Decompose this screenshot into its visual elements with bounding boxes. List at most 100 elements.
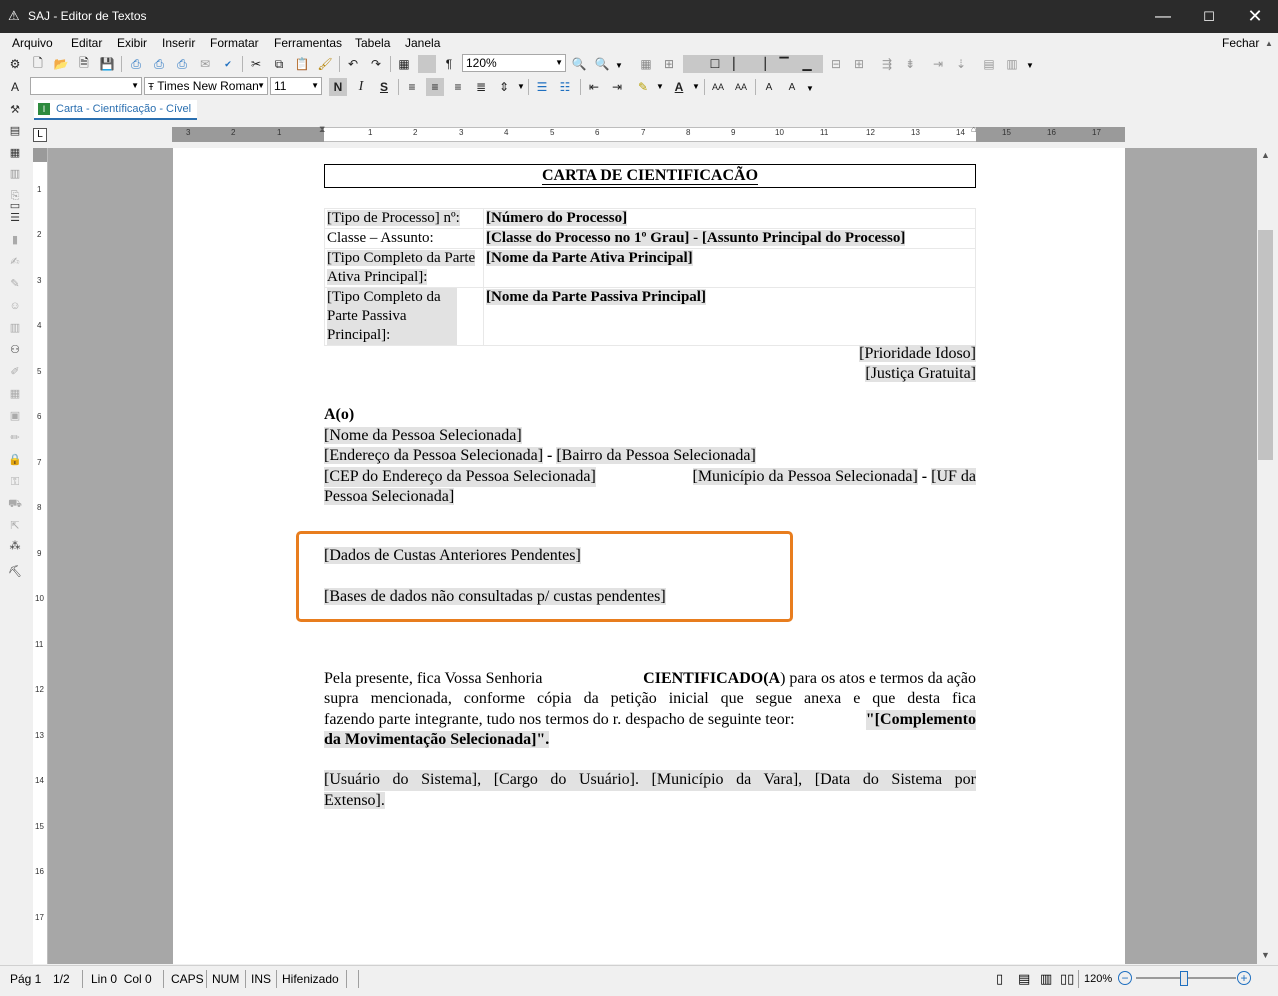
menu-ferramentas[interactable]: Ferramentas <box>274 36 342 50</box>
menu-editar[interactable]: Editar <box>71 36 102 50</box>
web-view-icon[interactable]: ▤ <box>1018 970 1030 988</box>
priority-field[interactable]: [Prioridade Idoso] <box>859 345 976 362</box>
merge-cells-icon[interactable]: ⊟ <box>827 55 845 73</box>
numbered-list-icon[interactable]: ☷ <box>556 78 574 96</box>
key-icon[interactable]: ⚿ <box>7 474 23 490</box>
menu-tabela[interactable]: Tabela <box>355 36 390 50</box>
zoom-select[interactable]: 120% ▼ <box>462 54 566 72</box>
table-cell-value[interactable]: [Número do Processo] <box>486 210 628 226</box>
justice-field[interactable]: [Justiça Gratuita] <box>865 365 976 382</box>
scrollbar-thumb[interactable] <box>1258 230 1273 460</box>
chevron-down-icon[interactable]: ▼ <box>656 82 664 91</box>
chevron-down-icon[interactable]: ▼ <box>1026 61 1034 70</box>
style-icon[interactable]: A <box>6 78 24 96</box>
menu-exibir[interactable]: Exibir <box>117 36 147 50</box>
bold-button[interactable]: N <box>329 78 347 96</box>
zoom-out-icon[interactable]: 🔍 <box>570 55 588 73</box>
right-indent-marker[interactable]: ⌂ <box>971 124 976 134</box>
car-icon[interactable]: ⛟ <box>7 496 23 512</box>
new-gear-icon[interactable]: ⚙ <box>6 55 24 73</box>
grid-icon[interactable]: ▦ <box>637 55 655 73</box>
table-cell-value[interactable]: [Nome da Parte Passiva Principal] <box>486 289 706 305</box>
delete-row-icon[interactable]: ⇣ <box>952 55 970 73</box>
table-borders-icon[interactable] <box>418 55 436 73</box>
table-grid-icon[interactable]: ⊞ <box>660 55 678 73</box>
uf-field-continued[interactable]: Pessoa Selecionada] <box>324 488 455 505</box>
print-preview-icon[interactable]: ⎙ <box>150 55 168 73</box>
template-icon[interactable]: ▦ <box>7 145 23 161</box>
menu-inserir[interactable]: Inserir <box>162 36 195 50</box>
edit-icon[interactable]: ✎ <box>7 276 23 292</box>
border-box-icon[interactable]: ☐ <box>706 55 724 73</box>
city-field[interactable]: [Município da Pessoa Selecionada] <box>692 467 918 485</box>
tools-icon[interactable]: ⚒ <box>7 102 23 118</box>
find-icon[interactable]: A <box>760 78 778 96</box>
split-cells-icon[interactable]: ⊞ <box>850 55 868 73</box>
table-format-icon[interactable]: ▥ <box>1003 55 1021 73</box>
uppercase-icon[interactable]: AA <box>709 78 727 96</box>
signature-icon[interactable]: ✍ <box>7 254 23 270</box>
address-field[interactable]: [Endereço da Pessoa Selecionada] <box>324 447 544 464</box>
scroll-up-icon[interactable]: ▲ <box>1261 150 1270 160</box>
lowercase-icon[interactable]: AA <box>732 78 750 96</box>
maximize-button[interactable]: ☐ <box>1186 0 1232 33</box>
save-as-icon[interactable]: 🗎 <box>75 55 93 73</box>
line-spacing-icon[interactable]: ⇕ <box>495 78 513 96</box>
highlight-icon[interactable]: ✎ <box>634 78 652 96</box>
redo-icon[interactable]: ↷ <box>367 55 385 73</box>
table-cell-label[interactable]: Classe – Assunto: <box>327 230 434 246</box>
print-icon[interactable]: ⎙ <box>127 55 145 73</box>
neighborhood-field[interactable]: [Bairro da Pessoa Selecionada] <box>556 447 756 464</box>
show-marks-icon[interactable]: ¶ <box>440 55 458 73</box>
recipient-name-field[interactable]: [Nome da Pessoa Selecionada] <box>324 426 522 444</box>
paint-roller-icon[interactable]: ⛏ <box>7 564 23 580</box>
undo-icon[interactable]: ↶ <box>344 55 362 73</box>
delete-column-icon[interactable]: ⇥ <box>929 55 947 73</box>
table-cell-label[interactable]: [Tipo Completo da Parte Passiva Principa… <box>327 288 457 345</box>
insert-row-icon[interactable]: ⇟ <box>901 55 919 73</box>
align-right-icon[interactable]: ≡ <box>449 78 467 96</box>
recipient-label[interactable]: A(o) <box>324 405 976 426</box>
export-icon[interactable]: ⇱ <box>7 518 23 534</box>
user-icon[interactable]: ☺ <box>7 298 23 314</box>
border-top-icon[interactable]: ▔ <box>775 55 793 73</box>
form-icon[interactable]: ▣ <box>7 408 23 424</box>
chevron-down-icon[interactable]: ▼ <box>517 82 525 91</box>
scroll-down-icon[interactable]: ▼ <box>1261 950 1270 960</box>
table-cell-value[interactable]: [Nome da Parte Ativa Principal] <box>486 250 693 266</box>
calendar-icon[interactable]: ▦ <box>7 386 23 402</box>
cut-icon[interactable]: ✂ <box>247 55 265 73</box>
border-bottom-icon[interactable]: ▁ <box>798 55 816 73</box>
font-name-select[interactable]: Ŧ Times New Roman ▼ <box>144 77 268 95</box>
draft-view-icon[interactable]: ▥ <box>1040 970 1052 988</box>
decrease-indent-icon[interactable]: ⇤ <box>585 78 603 96</box>
variable-icon[interactable]: ▥ <box>7 166 23 182</box>
uf-field[interactable]: [UF da <box>931 467 976 485</box>
table-icon[interactable]: ▦ <box>395 55 413 73</box>
zoom-out-button[interactable]: − <box>1118 971 1132 985</box>
list-icon[interactable]: ☰ <box>7 210 23 226</box>
document-heading[interactable]: CARTA DE CIENTIFICACÃO <box>324 164 976 188</box>
page-view-icon[interactable]: ▯ <box>996 970 1003 988</box>
copy-icon[interactable]: ⧉ <box>270 55 288 73</box>
lock-icon[interactable]: 🔒 <box>7 452 23 468</box>
align-left-icon[interactable]: ≡ <box>403 78 421 96</box>
align-center-icon[interactable]: ≡ <box>426 78 444 96</box>
spell-check-icon[interactable]: ✔ <box>219 55 237 73</box>
email-icon[interactable]: ✉ <box>196 55 214 73</box>
zoom-slider-thumb[interactable] <box>1180 971 1188 986</box>
table-cell-label[interactable]: [Tipo Completo da Parte Ativa Principal]… <box>327 250 476 285</box>
underline-button[interactable]: S <box>375 78 393 96</box>
format-painter-icon[interactable]: 🖌 <box>316 55 334 73</box>
table-cell-value[interactable]: [Classe do Processo no 1º Grau] - [Assun… <box>486 230 906 246</box>
save-icon[interactable]: 💾 <box>98 55 116 73</box>
paste-icon[interactable]: 📋 <box>293 55 311 73</box>
table-style-icon[interactable]: ▤ <box>980 55 998 73</box>
document-tools-icon[interactable]: ▤ <box>7 123 23 139</box>
print-setup-icon[interactable]: ⎙ <box>173 55 191 73</box>
border-right-icon[interactable]: ▕ <box>752 55 770 73</box>
italic-button[interactable]: I <box>352 78 370 96</box>
border-left-icon[interactable]: ▏ <box>729 55 747 73</box>
new-document-icon[interactable]: 🗋 <box>29 55 47 73</box>
chevron-down-icon[interactable]: ▼ <box>692 82 700 91</box>
